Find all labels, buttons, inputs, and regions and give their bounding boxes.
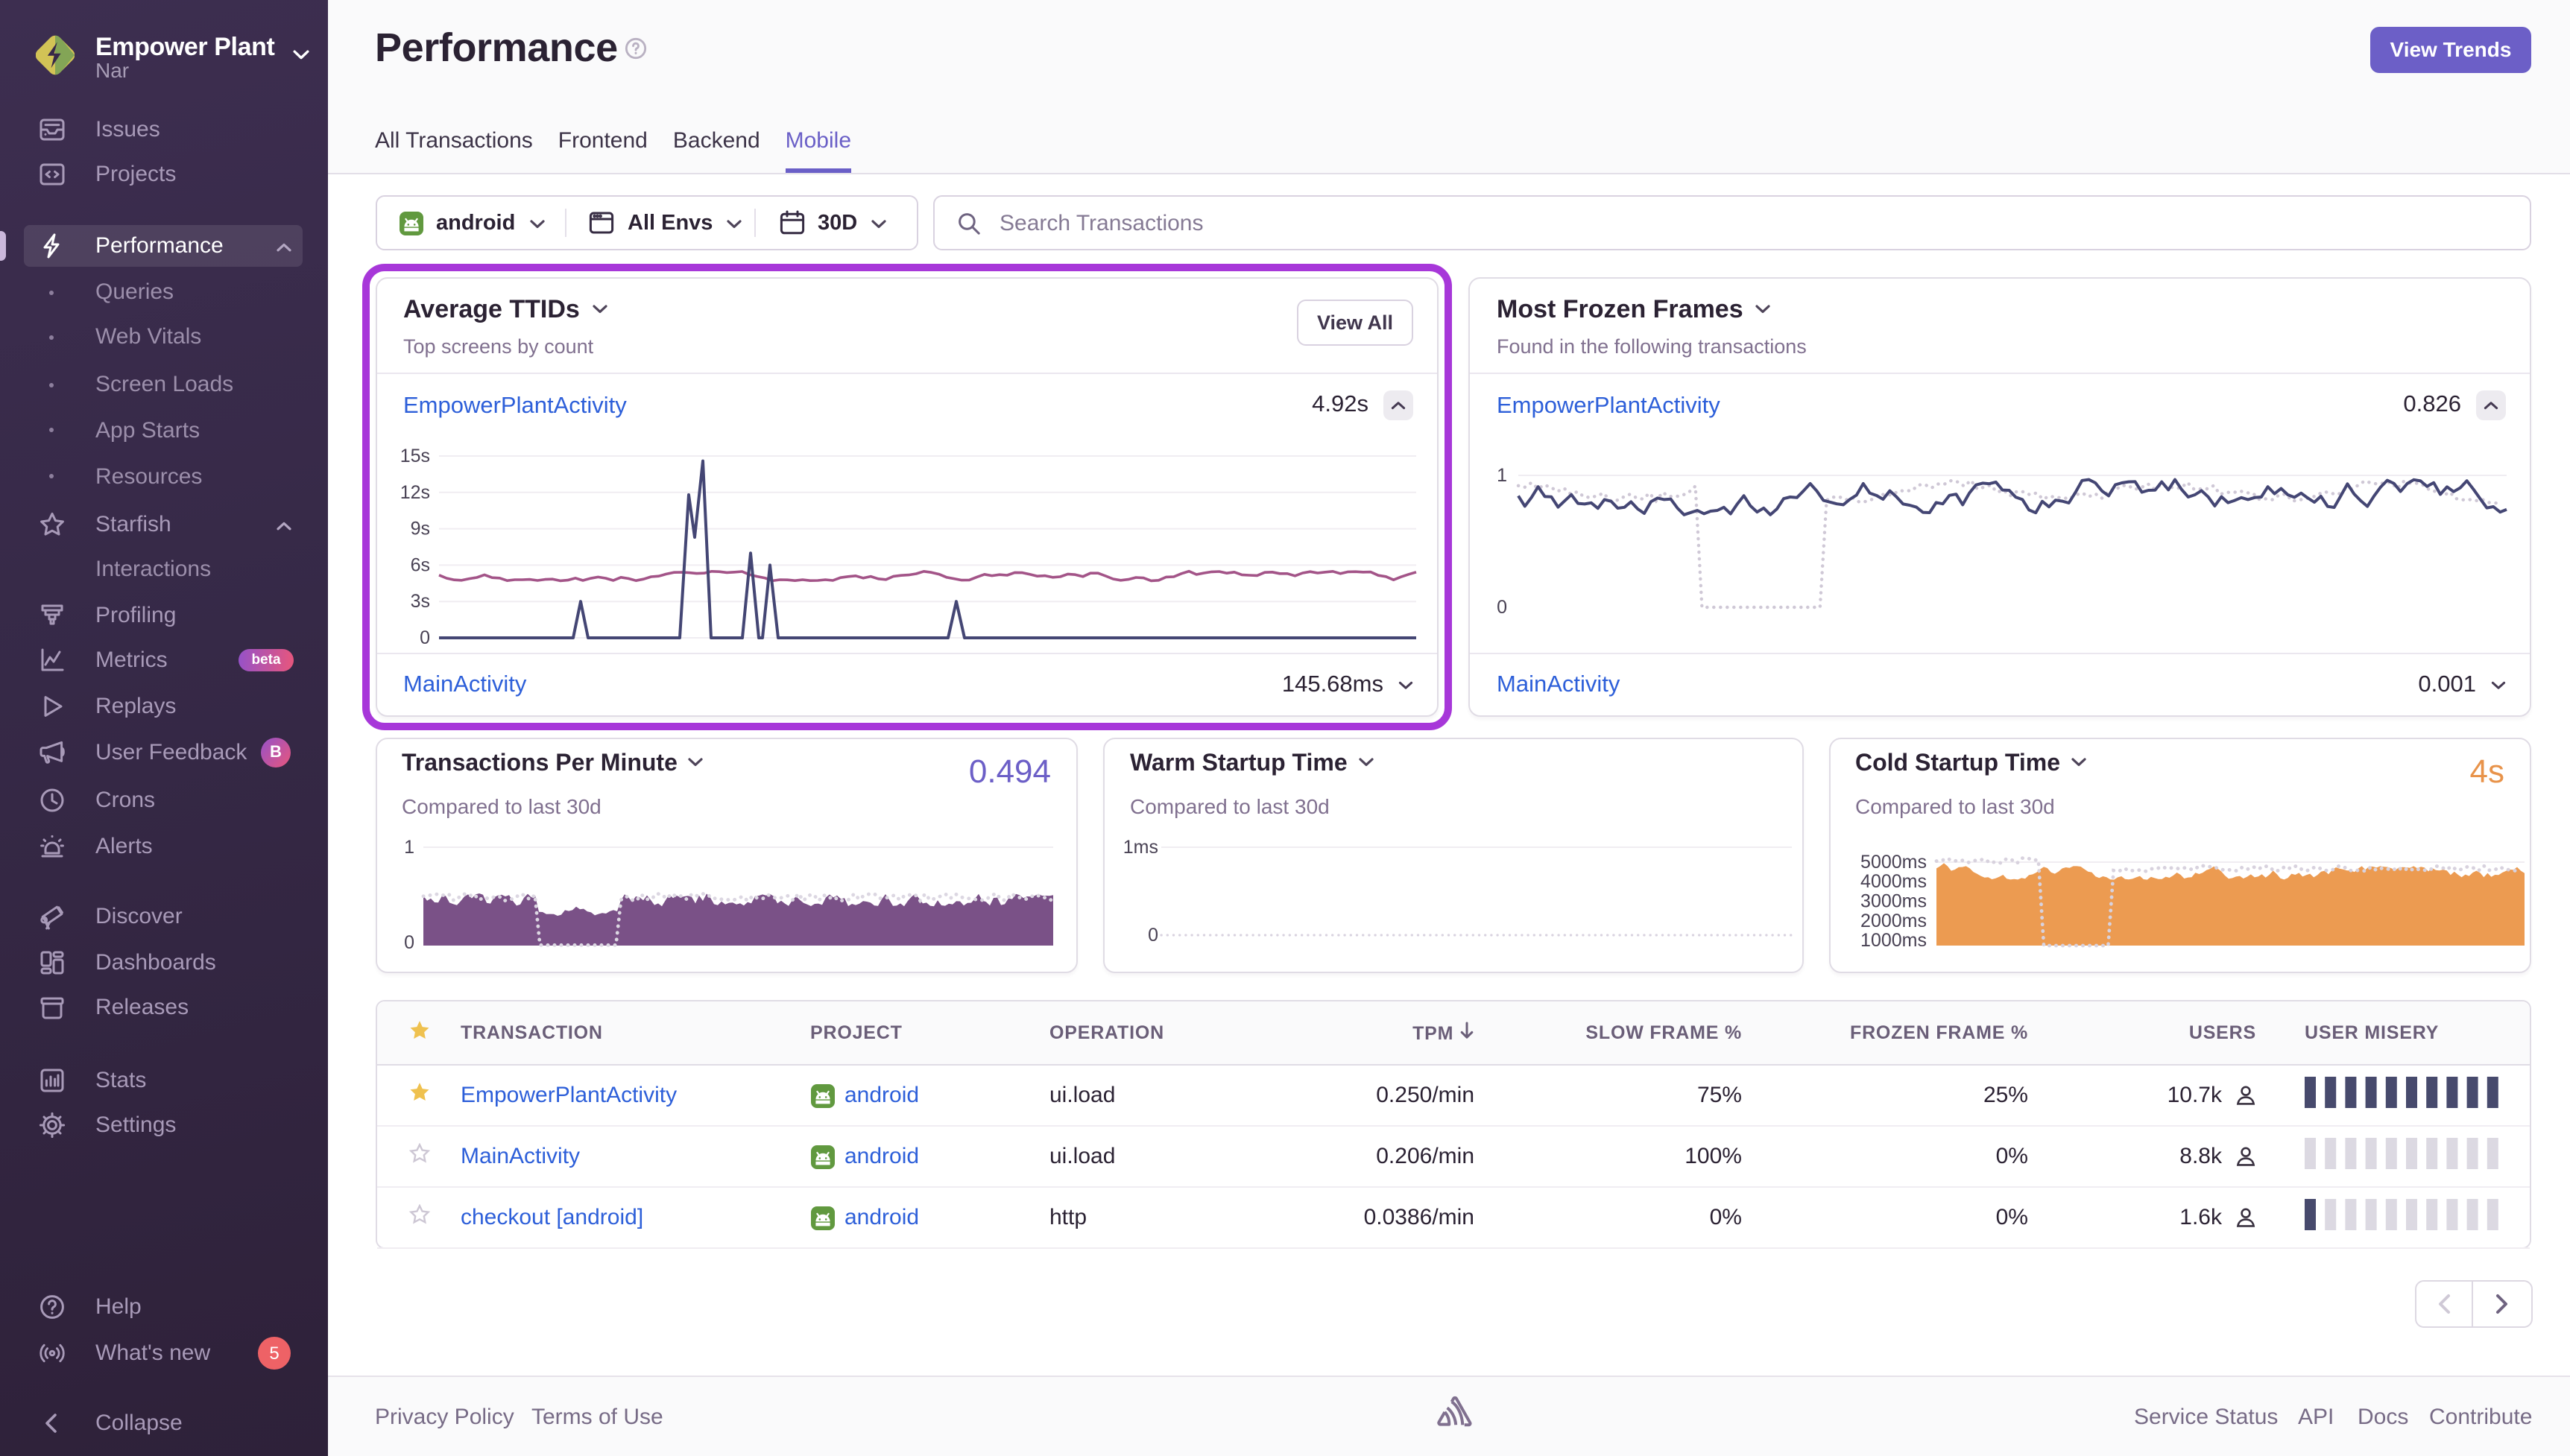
svg-text:3s: 3s (410, 590, 429, 611)
svg-text:4000ms: 4000ms (1860, 870, 1926, 891)
svg-text:6s: 6s (410, 554, 429, 575)
svg-text:12s: 12s (400, 481, 429, 502)
svg-text:1: 1 (1497, 464, 1507, 485)
svg-text:0: 0 (1497, 596, 1507, 617)
svg-text:1000ms: 1000ms (1860, 929, 1926, 950)
svg-text:9s: 9s (410, 518, 429, 539)
svg-text:0: 0 (419, 627, 429, 648)
svg-text:5000ms: 5000ms (1860, 851, 1926, 872)
svg-text:15s: 15s (400, 445, 429, 466)
svg-text:2000ms: 2000ms (1860, 910, 1926, 931)
svg-text:1: 1 (403, 836, 414, 857)
svg-text:3000ms: 3000ms (1860, 890, 1926, 911)
svg-text:1ms: 1ms (1123, 836, 1158, 857)
svg-text:0: 0 (1148, 924, 1158, 945)
svg-text:0: 0 (403, 931, 414, 952)
